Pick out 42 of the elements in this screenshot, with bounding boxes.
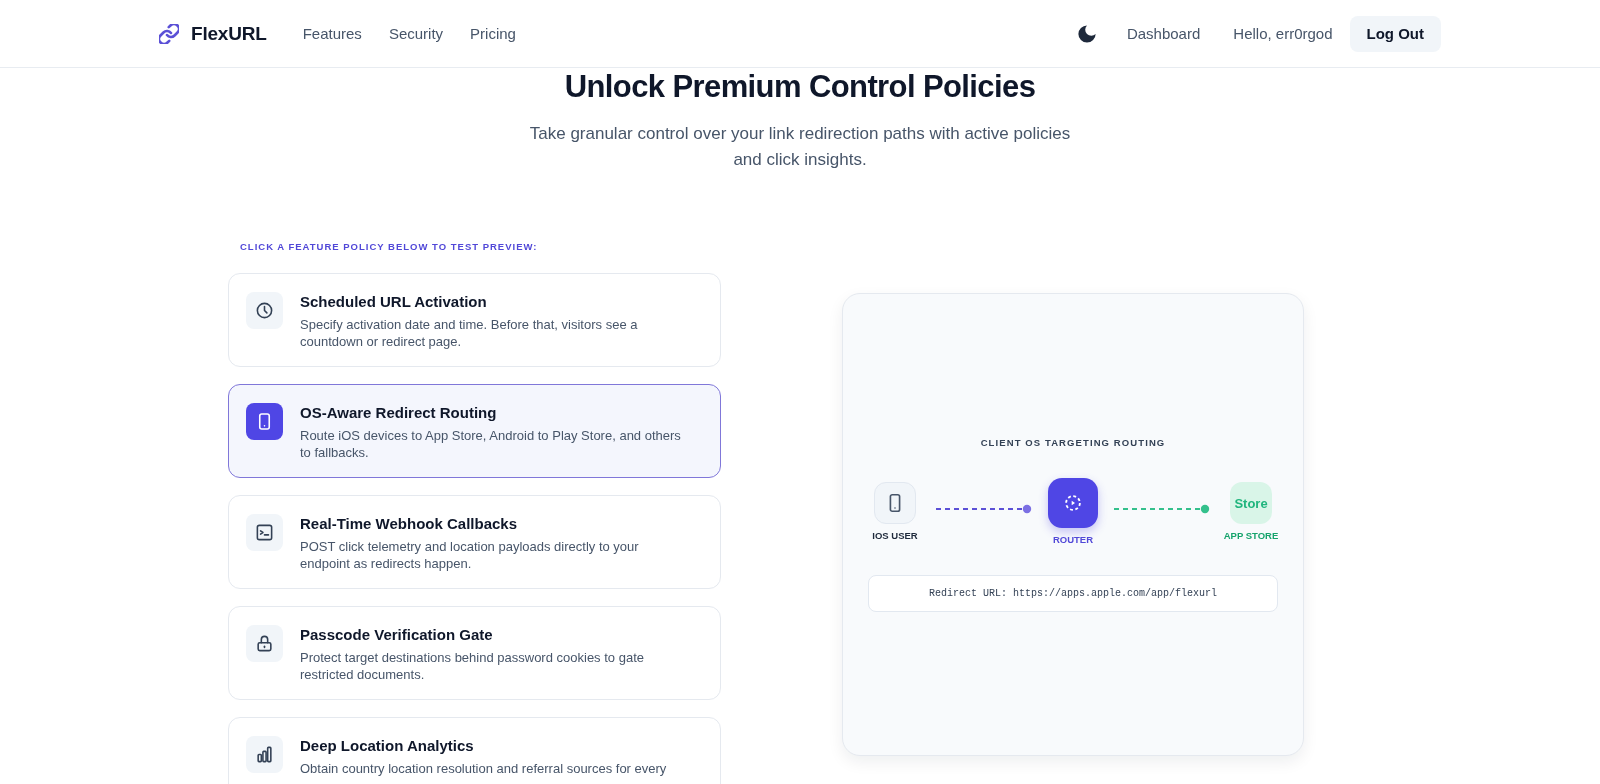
feature-card[interactable]: Deep Location Analytics Obtain country location resolution and referral sources for every [228,717,721,784]
bar-chart-icon [246,736,283,773]
nav-link[interactable]: Features [302,25,362,42]
feature-description: Protect target destinations behind password cookies to gate restricted documents. [300,649,645,683]
page-title: Unlock Premium Control Policies [563,69,1037,105]
store-tile: Store [1230,482,1272,524]
feature-title: Scheduled URL Activation [300,292,488,312]
feature-description: POST click telemetry and location payloads directly to your endpoint as redirects happen. [300,538,640,572]
logout-button[interactable]: Log Out [1349,15,1441,52]
nav-link[interactable]: Security [388,25,444,42]
nav-link[interactable]: Pricing [470,25,516,42]
node-label: IOS USER [872,530,918,542]
feature-title: Deep Location Analytics [300,736,475,756]
moon-icon[interactable] [1077,24,1096,43]
feature-title: OS-Aware Redirect Routing [300,403,498,423]
feature-card[interactable]: Passcode Verification Gate Protect target destinations behind password cookies to gate restricted documents. [228,606,721,700]
redirect-url-display: Redirect URL: https://apps.apple.com/app/flexurl [868,575,1278,612]
connector-dot-icon [1022,504,1032,514]
clock-icon [246,292,283,329]
terminal-icon [246,514,283,551]
node-label: APP STORE [1223,530,1279,542]
brand-name[interactable]: FlexURL [191,22,267,45]
feature-card[interactable]: OS-Aware Redirect Routing Route iOS devices to App Store, Android to Play Store, and others to fallbacks. [228,384,721,478]
feature-title: Real-Time Webhook Callbacks [300,514,519,534]
feature-card[interactable]: Real-Time Webhook Callbacks POST click telemetry and location payloads directly to your endpoint as redirects happen. [228,495,721,589]
connector-dot-icon [1200,504,1210,514]
feature-description: Obtain country location resolution and referral sources for every [300,760,668,777]
feature-description: Route iOS devices to App Store, Android to Play Store, and others to fallbacks. [300,427,682,461]
page-subtitle: Take granular control over your link redirection paths with active policies and click insights. [528,123,1072,171]
preview-title: CLIENT OS TARGETING ROUTING [980,437,1166,449]
phone-icon [246,403,283,440]
lock-icon [246,625,283,662]
dashboard-link[interactable]: Dashboard [1126,25,1201,42]
phone-icon [874,482,916,524]
dashed-ring-icon [1048,478,1098,528]
feature-card[interactable]: Scheduled URL Activation Specify activation date and time. Before that, visitors see a countdown or redirect page. [228,273,721,367]
greeting-text: Hello, err0rgod [1233,25,1333,42]
node-label: ROUTER [1052,534,1094,546]
feature-title: Passcode Verification Gate [300,625,494,645]
section-prompt: CLICK A FEATURE POLICY BELOW TO TEST PREVIEW: [239,240,539,254]
feature-description: Specify activation date and time. Before that, visitors see a countdown or redirect page. [300,316,639,350]
chain-link-icon [159,23,179,44]
